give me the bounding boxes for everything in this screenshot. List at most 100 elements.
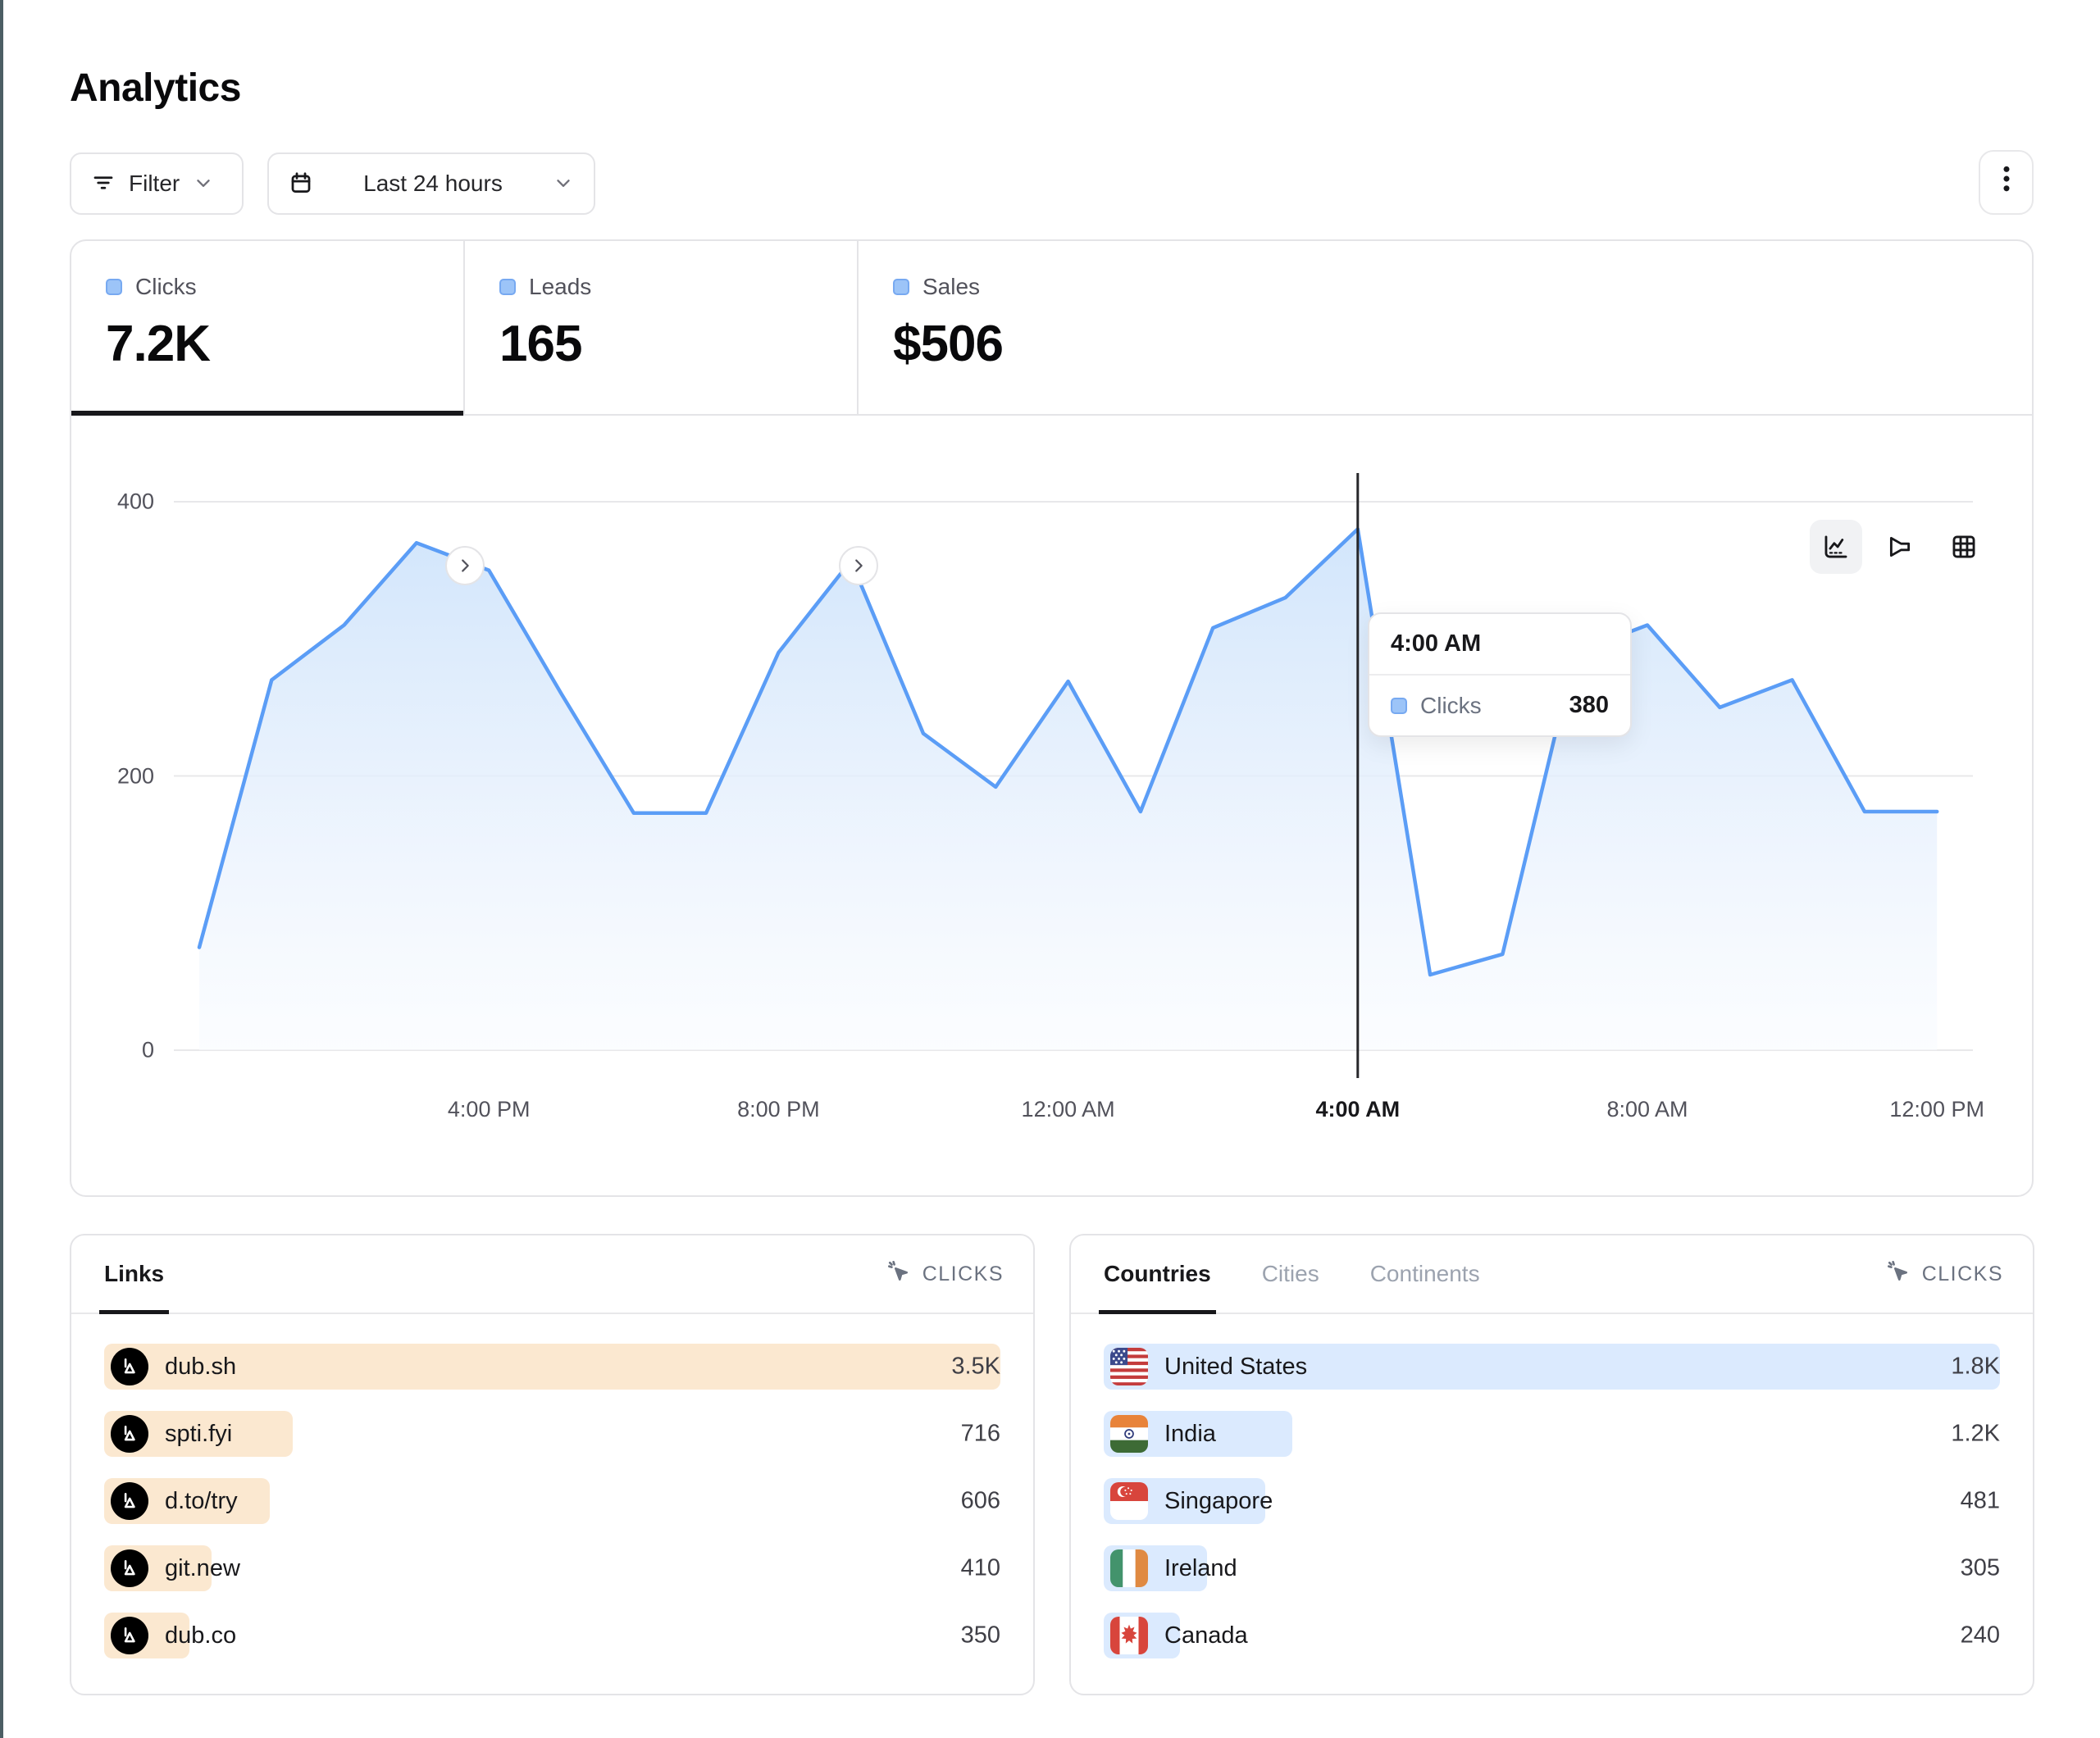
y-tick-label: 400 <box>89 489 154 515</box>
dub-logo-icon <box>111 1415 148 1453</box>
geo-tab-label: Countries <box>1104 1261 1211 1287</box>
country-label: India <box>1164 1421 1216 1448</box>
link-row[interactable]: dub.co 350 <box>104 1613 1000 1658</box>
y-tick-label: 200 <box>89 763 154 789</box>
series-legend-icon <box>106 279 122 295</box>
x-tick-label: 8:00 PM <box>737 1097 820 1122</box>
country-row[interactable]: India 1.2K <box>1104 1411 2000 1457</box>
series-legend-icon <box>893 279 909 295</box>
analytics-chart-card: Clicks 7.2K Leads 165 Sales <box>70 239 2034 1197</box>
series-legend-icon <box>1391 698 1407 714</box>
link-label: git.new <box>165 1555 240 1582</box>
chevron-right-icon <box>850 557 868 575</box>
link-clicks-value: 3.5K <box>951 1354 1000 1381</box>
chart-tooltip: 4:00 AM Clicks 380 <box>1368 612 1632 737</box>
dub-logo-icon <box>111 1549 148 1587</box>
more-options-button[interactable] <box>1979 150 2034 215</box>
expand-leads-chevron-button[interactable] <box>839 546 878 585</box>
country-row[interactable]: United States 1.8K <box>1104 1344 2000 1390</box>
country-clicks-value: 240 <box>1961 1622 2000 1649</box>
tab-links-label: Links <box>104 1261 164 1287</box>
stat-tab-value: 7.2K <box>106 315 463 373</box>
countries-list: United States 1.8K India 1.2K Singapore <box>1104 1344 2000 1658</box>
calendar-icon <box>289 171 313 198</box>
tab-continents[interactable]: Continents <box>1370 1235 1480 1313</box>
filter-button-label: Filter <box>129 171 180 197</box>
link-label: dub.sh <box>165 1354 236 1381</box>
x-tick-label: 12:00 PM <box>1889 1097 1984 1122</box>
link-row[interactable]: dub.sh 3.5K <box>104 1344 1000 1390</box>
flag-in-icon <box>1110 1415 1148 1453</box>
cursor-click-icon <box>886 1259 913 1290</box>
x-tick-label: 12:00 AM <box>1022 1097 1115 1122</box>
geo-tab-label: Cities <box>1262 1261 1319 1287</box>
stat-tab-label: Sales <box>922 274 980 300</box>
expand-clicks-chevron-button[interactable] <box>445 546 485 585</box>
tab-countries[interactable]: Countries <box>1104 1235 1211 1313</box>
stat-tab-clicks[interactable]: Clicks 7.2K <box>71 241 465 414</box>
filter-icon <box>91 171 116 198</box>
geo-metric-selector[interactable]: CLICKS <box>1886 1259 2003 1290</box>
funnel-view-button[interactable] <box>1874 520 1926 574</box>
line-chart-view-button[interactable] <box>1810 520 1862 574</box>
country-label: Canada <box>1164 1622 1248 1649</box>
chevron-down-icon <box>553 172 574 196</box>
country-row[interactable]: Ireland 305 <box>1104 1545 2000 1591</box>
series-legend-icon <box>499 279 516 295</box>
chart-view-toggle <box>1810 520 1990 574</box>
link-label: spti.fyi <box>165 1421 232 1448</box>
link-label: dub.co <box>165 1622 236 1649</box>
date-range-label: Last 24 hours <box>326 171 540 197</box>
stat-tab-leads[interactable]: Leads 165 <box>465 241 859 414</box>
page-title: Analytics <box>70 66 241 111</box>
link-clicks-value: 606 <box>961 1488 1000 1515</box>
tab-links[interactable]: Links <box>104 1235 164 1313</box>
kebab-menu-icon <box>1994 163 2019 202</box>
table-grid-icon <box>1950 533 1978 561</box>
tab-cities[interactable]: Cities <box>1262 1235 1319 1313</box>
country-row[interactable]: Canada 240 <box>1104 1613 2000 1658</box>
dub-logo-icon <box>111 1482 148 1520</box>
tooltip-series-label: Clicks <box>1420 693 1556 719</box>
x-tick-label: 4:00 AM <box>1316 1097 1401 1122</box>
filter-button[interactable]: Filter <box>70 152 244 215</box>
country-row[interactable]: Singapore 481 <box>1104 1478 2000 1524</box>
flag-sg-icon <box>1110 1482 1148 1520</box>
links-metric-label: CLICKS <box>922 1263 1004 1286</box>
country-clicks-value: 1.2K <box>1951 1421 2000 1448</box>
links-list: dub.sh 3.5K spti.fyi 716 <box>104 1344 1000 1658</box>
geo-tab-label: Continents <box>1370 1261 1480 1287</box>
cursor-click-icon <box>1886 1259 1912 1290</box>
link-clicks-value: 716 <box>961 1421 1000 1448</box>
country-clicks-value: 305 <box>1961 1555 2000 1582</box>
flag-ie-icon <box>1110 1549 1148 1587</box>
link-row[interactable]: spti.fyi 716 <box>104 1411 1000 1457</box>
line-chart-icon <box>1822 533 1850 561</box>
x-tick-label: 8:00 AM <box>1606 1097 1688 1122</box>
table-view-button[interactable] <box>1938 520 1990 574</box>
tooltip-time: 4:00 AM <box>1369 614 1630 676</box>
links-metric-selector[interactable]: CLICKS <box>886 1259 1004 1290</box>
links-panel: Links CLICKS <box>70 1234 1035 1695</box>
stat-tab-sales[interactable]: Sales $506 <box>859 241 1252 414</box>
geo-metric-label: CLICKS <box>1922 1263 2003 1286</box>
funnel-chart-icon <box>1886 533 1914 561</box>
flag-ca-icon <box>1110 1617 1148 1654</box>
link-row[interactable]: git.new 410 <box>104 1545 1000 1591</box>
date-range-button[interactable]: Last 24 hours <box>267 152 595 215</box>
chevron-right-icon <box>456 557 474 575</box>
country-label: Ireland <box>1164 1555 1237 1582</box>
dub-logo-icon <box>111 1617 148 1654</box>
left-edge-divider <box>0 0 3 1738</box>
geo-tab-bar: Countries Cities Continents <box>1104 1235 1480 1313</box>
link-clicks-value: 410 <box>961 1555 1000 1582</box>
analytics-page: Analytics Filter Last 24 hours <box>0 0 2100 1738</box>
chevron-down-icon <box>193 172 214 196</box>
dub-logo-icon <box>111 1348 148 1385</box>
link-row[interactable]: d.to/try 606 <box>104 1478 1000 1524</box>
country-clicks-value: 481 <box>1961 1488 2000 1515</box>
stats-tab-bar: Clicks 7.2K Leads 165 Sales <box>71 241 2032 416</box>
flag-us-icon <box>1110 1348 1148 1385</box>
stat-tab-label: Leads <box>529 274 591 300</box>
country-label: United States <box>1164 1354 1307 1381</box>
